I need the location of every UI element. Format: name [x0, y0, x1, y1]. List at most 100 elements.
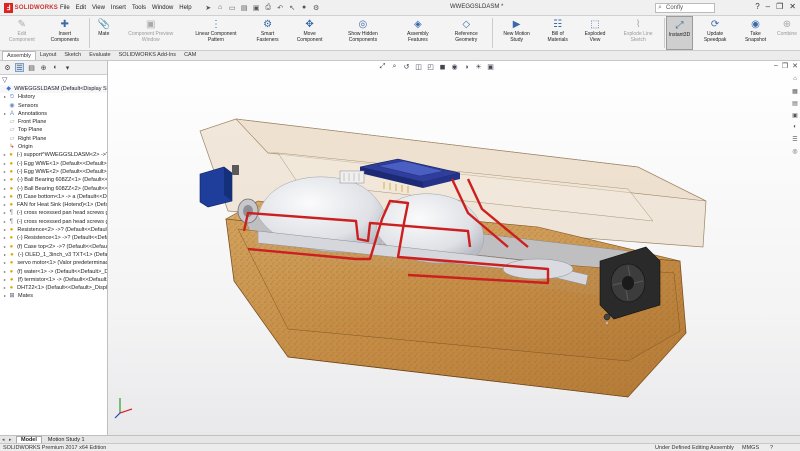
- tree-item[interactable]: ↳ Origin: [0, 143, 107, 151]
- menu-file[interactable]: File: [60, 5, 70, 11]
- tree-item[interactable]: ▸ ● (-) Ball Bearing 608ZZ<2> (Default<<D: [0, 185, 107, 193]
- tree-item[interactable]: ▸ ● (-) Resistence<1> ->? (Default<<Defaul: [0, 234, 107, 242]
- smart-fasteners-button[interactable]: ⚙ Smart Fasteners: [247, 16, 288, 50]
- configuration-tab-icon[interactable]: ⊕: [39, 63, 48, 72]
- tab-cam[interactable]: CAM: [180, 51, 200, 60]
- menu-window[interactable]: Window: [152, 5, 173, 11]
- menu-tools[interactable]: Tools: [132, 5, 146, 11]
- ball-bearing[interactable]: [237, 198, 259, 224]
- tab-evaluate[interactable]: Evaluate: [85, 51, 114, 60]
- minimize-icon[interactable]: –: [766, 2, 770, 11]
- featuremanager-tab-icon[interactable]: ⚙: [3, 63, 12, 72]
- dht22-sensor[interactable]: [339, 170, 365, 184]
- filter-icon[interactable]: ▽: [2, 76, 7, 84]
- tree-filter[interactable]: ▽: [0, 75, 107, 85]
- tab-layout[interactable]: Layout: [36, 51, 61, 60]
- tab-scroll-next-icon[interactable]: ▸: [9, 437, 14, 443]
- options-gear-icon[interactable]: ⚙: [312, 3, 321, 12]
- show-hidden-components-button[interactable]: ◎ Show Hidden Components: [331, 16, 394, 50]
- app-logo: Ⅎ SOLIDWORKS: [0, 2, 58, 13]
- tab-sketch[interactable]: Sketch: [60, 51, 85, 60]
- insert-components-button[interactable]: ✚ Insert Components: [42, 16, 88, 50]
- rebuild-icon[interactable]: ●: [300, 3, 309, 12]
- pin-icon[interactable]: ➤: [204, 3, 213, 12]
- edit-component-button[interactable]: ✎ Edit Component: [2, 16, 42, 50]
- tree-item[interactable]: ▱ Right Plane: [0, 135, 107, 143]
- part-icon: ●: [9, 235, 14, 242]
- combine-button[interactable]: ⊕ Combine: [774, 16, 800, 50]
- part-icon: ●: [9, 268, 14, 275]
- tree-item[interactable]: ▸ ● DHT22<1> (Default<<Default>_Display: [0, 284, 107, 292]
- save-icon[interactable]: ▣: [252, 3, 261, 12]
- tree-item-label: (-) support^WWEGGSLDASM<2> ->? (D: [16, 152, 107, 159]
- help-icon[interactable]: ?: [755, 2, 759, 11]
- panel-expand-icon[interactable]: ▾: [63, 63, 72, 72]
- restore-icon[interactable]: ❐: [776, 2, 783, 11]
- status-help-icon[interactable]: ?: [770, 445, 773, 451]
- tree-item[interactable]: ▱ Front Plane: [0, 118, 107, 126]
- mate-button[interactable]: 📎 Mate: [91, 16, 117, 50]
- tree-item[interactable]: ▸ ⏲ History: [0, 93, 107, 101]
- exploded-view-icon: ⬚: [590, 18, 600, 30]
- tree-item[interactable]: ▸ A Annotations: [0, 110, 107, 118]
- tree-root-assembly[interactable]: ◆WWEGGSLDASM (Default<Display State-1: [0, 85, 107, 94]
- new-motion-study-icon: ▶: [512, 18, 521, 30]
- tree-item[interactable]: ▸ ● (f) Case bottom<1> -> a (Default<<Defa: [0, 193, 107, 201]
- tree-item[interactable]: ▸ ● (-) Egg WWE<2> (Default<<Default>_D: [0, 168, 107, 176]
- tree-item[interactable]: ▸ ¶ (-) cross recessed pan head screws gb<: [0, 209, 107, 217]
- new-document-icon[interactable]: ▭: [228, 3, 237, 12]
- tree-item[interactable]: ▸ ● (-) support^WWEGGSLDASM<2> ->? (D: [0, 151, 107, 159]
- undo-icon[interactable]: ↶: [276, 3, 285, 12]
- new-motion-study-button[interactable]: ▶ New Motion Study: [494, 16, 538, 50]
- move-component-button[interactable]: ✥ Move Component: [288, 16, 331, 50]
- select-icon[interactable]: ↖: [288, 3, 297, 12]
- bill-of-materials-icon: ☷: [553, 18, 563, 30]
- tree-item[interactable]: ▸ ● (f) termistor<1> -> (Default<<Default>: [0, 276, 107, 284]
- search-text: Confly: [666, 5, 684, 11]
- assembly-features-button[interactable]: ◈ Assembly Features: [395, 16, 442, 50]
- search-input[interactable]: ⌕ Confly: [655, 3, 715, 13]
- print-icon[interactable]: ⎙: [264, 3, 273, 12]
- open-folder-icon[interactable]: ▤: [240, 3, 249, 12]
- display-tab-icon[interactable]: ◐: [51, 63, 60, 72]
- tree-item[interactable]: ▸ ● servo motor<1> (Valor predeterminado: [0, 259, 107, 267]
- graphics-area[interactable]: ⤢ ⌕ ↺ ◫ ◰ ◼ ◉ ◑ ☀ ▣ – ❐ ✕ ⌂ ▦ ▤ ▣ ◐ ☰ ◎: [108, 61, 800, 435]
- tree-item-label: Origin: [18, 144, 33, 151]
- assembly-model[interactable]: [108, 61, 800, 435]
- tree-item[interactable]: ▸ ● (f) Case top<2> ->? (Default<<Default>: [0, 243, 107, 251]
- menu-view[interactable]: View: [92, 5, 105, 11]
- folder-icon: ◉: [9, 102, 15, 109]
- tree-item[interactable]: ▸ ¶ (-) cross recessed pan head screws gb<: [0, 218, 107, 226]
- home-icon[interactable]: ⌂: [216, 3, 225, 12]
- bill-of-materials-button[interactable]: ☷ Bill of Materials: [539, 16, 577, 50]
- tree-item[interactable]: ▸ ● FAN for Heat Sink (Hotend)<1> (Default: [0, 201, 107, 209]
- explode-line-sketch-button[interactable]: ⌇ Explode Line Sketch: [613, 16, 662, 50]
- take-snapshot-button[interactable]: ◉ Take Snapshot: [737, 16, 774, 50]
- tree-tab-icon[interactable]: ☰: [15, 63, 24, 72]
- tree-item[interactable]: ▸ ● (-) Egg WWE<1> (Default<<Default>_D: [0, 160, 107, 168]
- linear-component-pattern-button[interactable]: ⋮ Linear Component Pattern: [185, 16, 247, 50]
- close-icon[interactable]: ✕: [789, 2, 796, 11]
- reference-geometry-button[interactable]: ◇ Reference Geometry: [441, 16, 491, 50]
- propertymanager-tab-icon[interactable]: ▤: [27, 63, 36, 72]
- tree-item[interactable]: ▸ ● (f) water<1> -> (Default<<Default>_Dis: [0, 268, 107, 276]
- exploded-view-button[interactable]: ⬚ Exploded View: [577, 16, 614, 50]
- component-preview-window-button[interactable]: ▣ Component Preview Window: [117, 16, 185, 50]
- tree-item[interactable]: ▸ ● Resistence<2> ->? (Default<<Default>: [0, 226, 107, 234]
- tree-item[interactable]: ▸ ● (-) OLED_1_3inch_v3 TXT<1> (Defa: [0, 251, 107, 259]
- tree-item[interactable]: ◉ Sensors: [0, 102, 107, 110]
- tab-assembly[interactable]: Assembly: [2, 51, 36, 60]
- tree-item[interactable]: ▸ ● (-) Ball Bearing 608ZZ<1> (Default<<D: [0, 176, 107, 184]
- menu-help[interactable]: Help: [179, 5, 191, 11]
- instant3d-button[interactable]: ⤢ Instant3D: [665, 16, 694, 50]
- tree-item[interactable]: ▸ ⊞ Mates: [0, 292, 107, 300]
- toolbar-separator: [663, 18, 665, 48]
- update-speedpak-button[interactable]: ⟳ Update Speedpak: [693, 16, 737, 50]
- tree-item[interactable]: ▱ Top Plane: [0, 126, 107, 134]
- tab-scroll-first-icon[interactable]: ◂: [2, 437, 7, 443]
- menu-insert[interactable]: Insert: [111, 5, 126, 11]
- menu-edit[interactable]: Edit: [76, 5, 86, 11]
- tab-motion-study[interactable]: Motion Study 1: [44, 437, 89, 443]
- status-units[interactable]: MMGS: [742, 445, 759, 451]
- tab-addins[interactable]: SOLIDWORKS Add-Ins: [115, 51, 180, 60]
